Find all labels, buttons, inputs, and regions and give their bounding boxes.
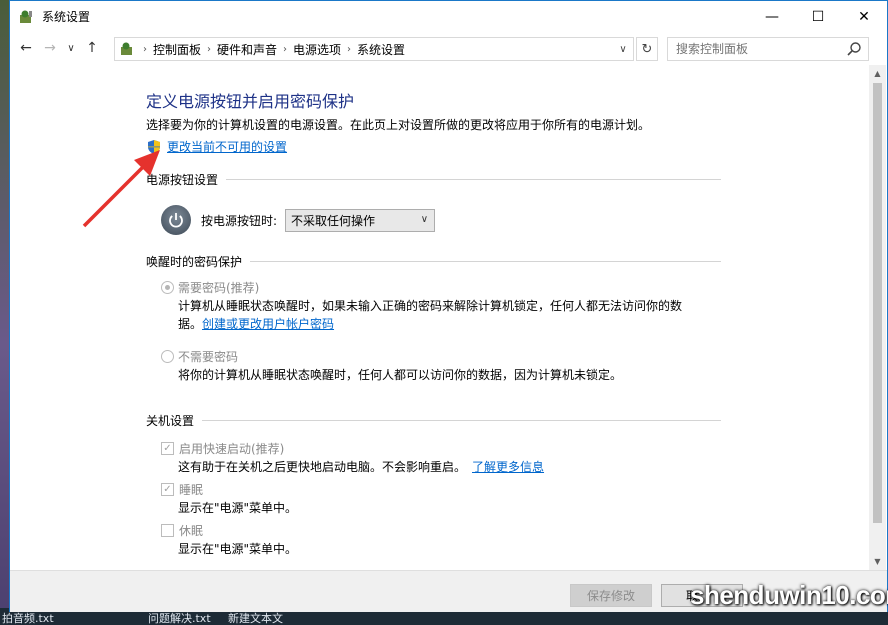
no-password-description: 将你的计算机从睡眠状态唤醒时，任何人都可以访问你的数据，因为计算机未锁定。	[178, 368, 623, 382]
require-password-option[interactable]: 需要密码(推荐)	[161, 279, 259, 296]
require-password-radio[interactable]	[161, 281, 174, 294]
require-password-description: 计算机从睡眠状态唤醒时，如果未输入正确的密码来解除计算机锁定，任何人都无法访问你…	[178, 297, 682, 333]
power-button-section-header: 电源按钮设置	[146, 171, 721, 188]
section-divider	[226, 179, 721, 180]
power-button-label: 按电源按钮时:	[201, 213, 278, 228]
navigation-bar: ← → ∨ ↑ › 控制面板 › 硬件和声音 › 电源选项 › 系统设置 ∨ ↻	[10, 32, 887, 64]
breadcrumb-separator-icon[interactable]: ›	[283, 44, 287, 55]
scroll-thumb[interactable]	[873, 83, 882, 523]
sleep-option[interactable]: ✓ 睡眠	[161, 481, 203, 498]
learn-more-link[interactable]: 了解更多信息	[472, 460, 544, 474]
desktop-file-2[interactable]: 问题解决.txt	[148, 610, 211, 625]
fast-startup-label: 启用快速启动(推荐)	[179, 442, 285, 456]
section-heading: 关机设置	[146, 414, 195, 428]
change-settings-link-row[interactable]: 更改当前不可用的设置	[146, 138, 287, 155]
power-icon	[161, 205, 191, 235]
search-icon[interactable]	[846, 41, 862, 57]
no-password-radio[interactable]	[161, 350, 174, 363]
power-button-row: 按电源按钮时: 不采取任何操作 ∨	[161, 205, 436, 235]
create-password-link[interactable]: 创建或更改用户帐户密码	[202, 317, 334, 331]
breadcrumb-hardware-sound[interactable]: 硬件和声音	[217, 41, 277, 58]
breadcrumb-power-options[interactable]: 电源选项	[293, 41, 341, 58]
power-button-action-select[interactable]: 不采取任何操作 ∨	[285, 208, 436, 232]
breadcrumb-system-settings[interactable]: 系统设置	[357, 41, 405, 58]
forward-button[interactable]: →	[38, 36, 62, 60]
description-line: 计算机从睡眠状态唤醒时，如果未输入正确的密码来解除计算机锁定，任何人都无法访问你…	[178, 299, 683, 313]
page-subtitle: 选择要为你的计算机设置的电源设置。在此页上对设置所做的更改将应用于你所有的电源计…	[146, 118, 651, 132]
hibernate-label: 休眠	[179, 524, 204, 538]
content-pane: 定义电源按钮并启用密码保护 选择要为你的计算机设置的电源设置。在此页上对设置所做…	[10, 65, 865, 570]
breadcrumb-control-panel[interactable]: 控制面板	[153, 41, 201, 58]
section-divider	[202, 420, 721, 421]
sleep-label: 睡眠	[179, 483, 204, 497]
page-title: 定义电源按钮并启用密码保护	[146, 92, 355, 111]
save-changes-button[interactable]: 保存修改	[570, 584, 652, 607]
search-input[interactable]	[676, 39, 851, 59]
section-divider	[250, 261, 721, 262]
scroll-up-icon[interactable]: ▲	[869, 65, 886, 82]
breadcrumb-separator-icon[interactable]: ›	[207, 44, 211, 55]
close-button[interactable]: ✕	[841, 1, 887, 32]
shutdown-section-header: 关机设置	[146, 412, 721, 429]
hibernate-option[interactable]: 休眠	[161, 522, 203, 539]
uac-shield-icon	[148, 139, 160, 154]
description-line: 这有助于在关机之后更快地启动电脑。不会影响重启。	[178, 460, 467, 474]
title-bar[interactable]: 系统设置 — ☐ ✕	[10, 1, 887, 32]
breadcrumb-separator-icon[interactable]: ›	[143, 44, 147, 55]
section-heading: 唤醒时的密码保护	[146, 255, 243, 269]
minimize-button[interactable]: —	[749, 1, 795, 32]
no-password-label: 不需要密码	[178, 350, 239, 364]
back-button[interactable]: ←	[14, 36, 38, 60]
fast-startup-checkbox[interactable]: ✓	[161, 442, 174, 455]
change-unavailable-settings-link[interactable]: 更改当前不可用的设置	[167, 138, 287, 155]
address-dropdown-icon[interactable]: ∨	[613, 38, 633, 60]
selected-action: 不采取任何操作	[291, 213, 376, 228]
breadcrumb-separator-icon[interactable]: ›	[347, 44, 351, 55]
hibernate-description: 显示在"电源"菜单中。	[178, 542, 298, 556]
maximize-button[interactable]: ☐	[795, 1, 841, 32]
control-panel-icon	[18, 9, 34, 25]
control-panel-icon	[117, 39, 137, 59]
sleep-checkbox[interactable]: ✓	[161, 483, 174, 496]
scroll-down-icon[interactable]: ▼	[869, 553, 886, 570]
desktop-file-1[interactable]: 拍音频.txt	[2, 610, 54, 625]
site-watermark: shenduwin10.com	[690, 580, 888, 610]
fast-startup-description: 这有助于在关机之后更快地启动电脑。不会影响重启。 了解更多信息	[178, 458, 544, 476]
desktop-file-3[interactable]: 新建文本文	[228, 610, 283, 625]
chevron-down-icon: ∨	[420, 213, 429, 225]
no-password-option[interactable]: 不需要密码	[161, 348, 238, 365]
window-title: 系统设置	[42, 10, 91, 24]
require-password-label: 需要密码(推荐)	[178, 281, 260, 295]
sleep-description: 显示在"电源"菜单中。	[178, 501, 298, 515]
system-settings-window: 系统设置 — ☐ ✕ ← → ∨ ↑ › 控制面板 › 硬件和声音 › 电源选项…	[9, 0, 888, 612]
description-line: 据。	[178, 317, 203, 331]
section-heading: 电源按钮设置	[146, 173, 219, 187]
address-bar[interactable]: › 控制面板 › 硬件和声音 › 电源选项 › 系统设置 ∨	[114, 37, 634, 61]
password-section-header: 唤醒时的密码保护	[146, 253, 721, 270]
recent-locations-button[interactable]: ∨	[62, 36, 80, 60]
fast-startup-option[interactable]: ✓ 启用快速启动(推荐)	[161, 440, 284, 457]
up-button[interactable]: ↑	[80, 36, 104, 60]
vertical-scrollbar[interactable]: ▲ ▼	[869, 65, 886, 570]
refresh-button[interactable]: ↻	[636, 37, 658, 61]
hibernate-checkbox[interactable]	[161, 524, 174, 537]
search-box[interactable]	[667, 37, 869, 61]
